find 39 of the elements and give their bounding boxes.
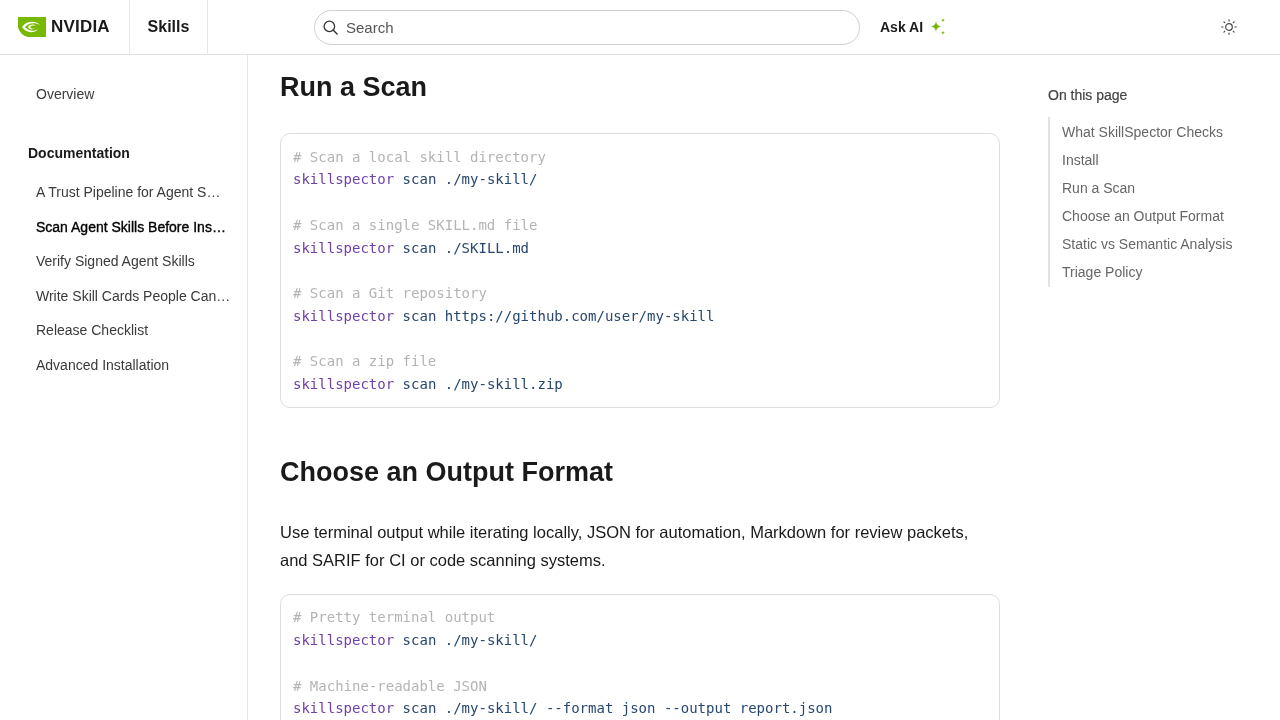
toc-link[interactable]: Triage Policy [1062,258,1143,286]
toc-link[interactable]: Run a Scan [1062,174,1136,202]
code-comment: # Pretty terminal output [293,608,497,628]
sidebar-item[interactable]: Verify Signed Agent Skills [28,244,203,279]
toc-title: On this page [1048,86,1129,104]
ask-ai-button[interactable]: Ask AI [880,12,948,42]
section-heading: Run a Scan [280,71,429,104]
search-icon [323,19,338,35]
logo-icon [18,17,46,37]
search-field[interactable]: Search [314,9,860,45]
code-command: skillspector scan ./my-skill/ --format json --output report.json [293,699,834,719]
paragraph: Use terminal output while iterating locally, JSON for automation, Markdown for review packets, and SARIF for CI or code scanning systems. [280,521,970,571]
toc-link[interactable]: What SkillSpector Checks [1062,118,1224,146]
code-comment: # Machine-readable JSON [293,676,488,696]
code-comment: # Scan a zip file [293,352,438,372]
code-command: skillspector scan ./my-skill/ [293,631,539,650]
code-command: skillspector scan https://github.com/user/my-skill [293,306,716,326]
code-command: skillspector scan ./my-skill.zip [293,375,564,394]
toc-link[interactable]: Install [1062,146,1099,174]
theme-toggle-button[interactable] [1218,16,1240,38]
code-command: skillspector scan ./my-skill/ [293,170,539,190]
sidebar-item[interactable]: Overview [28,77,103,112]
sidebar-group-title: Documentation [28,144,130,164]
sidebar-item[interactable]: Release Checklist [28,313,157,348]
sidebar-item[interactable]: Scan Agent Skills Before Ins… [28,209,234,244]
section-heading: Choose an Output Format [280,455,614,489]
sun-icon [1221,19,1237,35]
toc-link[interactable]: Static vs Semantic Analysis [1062,230,1233,258]
code-comment: # Scan a single SKILL.md file [293,215,539,235]
code-command: skillspector scan ./SKILL.md [293,238,531,258]
code-comment: # Scan a local skill directory [293,147,547,167]
sidebar-item[interactable]: A Trust Pipeline for Agent S… [28,175,229,210]
sidebar-item[interactable]: Advanced Installation [28,347,178,382]
section-title[interactable]: Skills [147,17,190,37]
sidebar-item[interactable]: Write Skill Cards People Can… [28,278,239,313]
toc-link[interactable]: Choose an Output Format [1062,202,1224,230]
logo-wordmark[interactable]: NVIDIA [51,17,110,37]
sparkle-icon [929,18,948,36]
code-comment: # Scan a Git repository [293,284,488,303]
